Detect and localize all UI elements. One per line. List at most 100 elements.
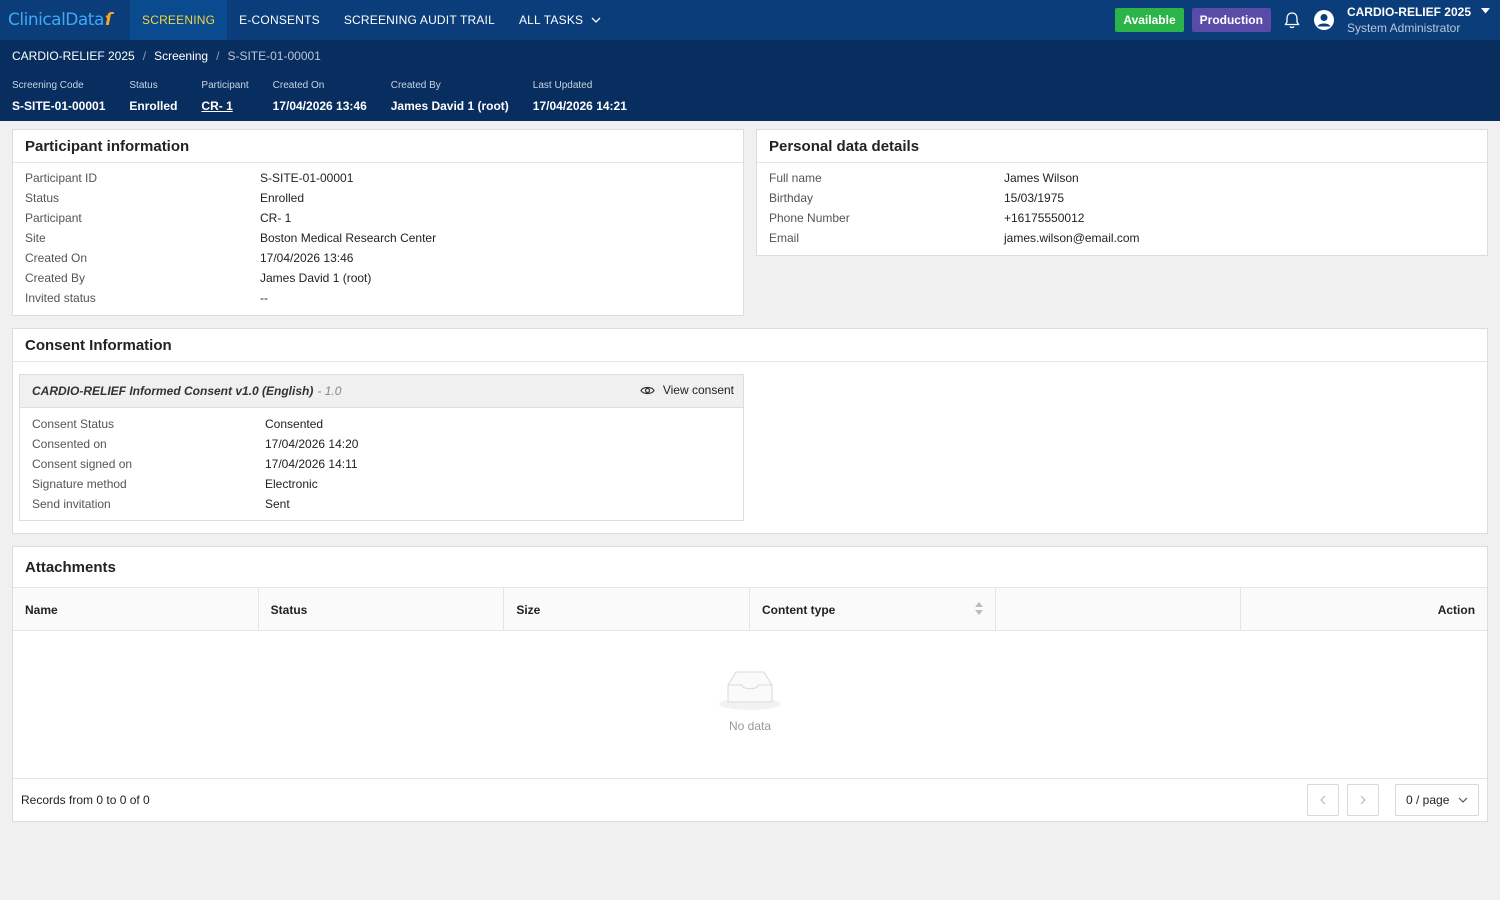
sort-icon[interactable] xyxy=(974,602,983,618)
info-row: Signature method Electronic xyxy=(32,474,731,494)
top-nav-right: Available Production CARDIO-RELIEF 2025 … xyxy=(1115,0,1500,40)
info-value: Sent xyxy=(265,497,290,511)
next-page-button[interactable] xyxy=(1347,784,1379,816)
info-value: 15/03/1975 xyxy=(1004,191,1065,205)
info-row: Participant CR- 1 xyxy=(25,208,731,228)
column-header-action: Action xyxy=(1437,602,1476,617)
breadcrumb-separator: / xyxy=(216,49,220,63)
nav-all-tasks[interactable]: ALL TASKS xyxy=(507,0,613,40)
nav-e-consents[interactable]: E-CONSENTS xyxy=(227,0,332,40)
info-row: Full name James Wilson xyxy=(769,168,1475,188)
breadcrumb-study[interactable]: CARDIO-RELIEF 2025 xyxy=(12,49,135,63)
user-avatar-icon[interactable] xyxy=(1313,9,1335,31)
top-nav-bar: ClinicalData ſ SCREENING E-CONSENTS SCREE… xyxy=(0,0,1500,40)
chevron-down-icon xyxy=(1458,797,1468,803)
current-study-name: CARDIO-RELIEF 2025 xyxy=(1346,5,1471,19)
info-value: -- xyxy=(260,291,268,305)
meta-value: S-SITE-01-00001 xyxy=(12,99,106,113)
info-row: Site Boston Medical Research Center xyxy=(25,228,731,248)
attachments-table-header: Name Status Size Content type Action xyxy=(13,587,1487,631)
bell-icon[interactable] xyxy=(1281,9,1303,31)
info-key: Participant ID xyxy=(25,171,98,185)
table-footer: Records from 0 to 0 of 0 0 / page xyxy=(13,779,1487,821)
info-value: Enrolled xyxy=(260,191,305,205)
info-key: Invited status xyxy=(25,291,96,305)
empty-state: No data xyxy=(13,631,1487,779)
info-row: Send invitation Sent xyxy=(32,494,731,514)
info-row: Created By James David 1 (root) xyxy=(25,268,731,288)
info-key: Consent Status xyxy=(32,417,115,431)
column-header-content-type-label: Content type xyxy=(762,602,836,617)
info-row: Consent signed on 17/04/2026 14:11 xyxy=(32,454,731,474)
meta-value: Enrolled xyxy=(129,99,178,113)
info-key: Participant xyxy=(25,211,82,225)
environment-tag: Production xyxy=(1191,8,1271,32)
records-count: Records from 0 to 0 of 0 xyxy=(21,793,150,807)
pagination: 0 / page xyxy=(1307,784,1479,816)
info-key: Birthday xyxy=(769,191,814,205)
info-value: 17/04/2026 13:46 xyxy=(260,251,354,265)
breadcrumb-screening[interactable]: Screening xyxy=(154,49,208,63)
column-header-status: Status xyxy=(259,588,505,631)
page-header: CARDIO-RELIEF 2025 / Screening / S-SITE-… xyxy=(0,40,1500,121)
info-row: Status Enrolled xyxy=(25,188,731,208)
logo-mark-icon: ſ xyxy=(104,10,112,30)
meta-label: Created On xyxy=(272,80,325,91)
column-header-blank xyxy=(996,588,1242,631)
consent-form-card: CARDIO-RELIEF Informed Consent v1.0 (Eng… xyxy=(19,374,744,521)
participant-link[interactable]: CR- 1 xyxy=(201,99,248,113)
breadcrumb-separator: / xyxy=(142,49,147,63)
page-size-select[interactable]: 0 / page xyxy=(1395,784,1479,816)
info-row: Created On 17/04/2026 13:46 xyxy=(25,248,731,268)
meta-created-on: Created On 17/04/2026 13:46 xyxy=(273,80,367,113)
column-header-content-type[interactable]: Content type xyxy=(750,588,996,631)
consent-form-header: CARDIO-RELIEF Informed Consent v1.0 (Eng… xyxy=(20,375,743,408)
nav-audit-trail-label: SCREENING AUDIT TRAIL xyxy=(343,13,495,27)
prev-page-button[interactable] xyxy=(1307,784,1339,816)
info-value: 17/04/2026 14:20 xyxy=(265,437,359,451)
info-value: james.wilson@email.com xyxy=(1004,231,1140,245)
logo-text: ClinicalData xyxy=(8,10,104,30)
view-consent-button[interactable]: View consent xyxy=(640,383,734,397)
consent-details-list: Consent Status Consented Consented on 17/0… xyxy=(20,408,743,519)
meta-value: James David 1 (root) xyxy=(390,99,509,113)
info-row: Invited status -- xyxy=(25,288,731,308)
card-title: Attachments xyxy=(25,558,116,576)
meta-screening-code: Screening Code S-SITE-01-00001 xyxy=(12,80,105,113)
info-value: CR- 1 xyxy=(260,211,292,225)
info-row: Phone Number +16175550012 xyxy=(769,208,1475,228)
info-key: Created By xyxy=(25,271,86,285)
meta-created-by: Created By James David 1 (root) xyxy=(391,80,509,113)
info-key: Created On xyxy=(25,251,88,265)
nav-screening[interactable]: SCREENING xyxy=(130,0,228,40)
card-title: Consent Information xyxy=(13,329,1487,362)
attachments-card: Attachments Name Status Size Content typ… xyxy=(12,546,1488,822)
breadcrumb: CARDIO-RELIEF 2025 / Screening / S-SITE-… xyxy=(12,49,321,63)
nav-screening-audit-trail[interactable]: SCREENING AUDIT TRAIL xyxy=(332,0,507,40)
card-title: Personal data details xyxy=(757,130,1487,163)
chevron-down-icon xyxy=(591,15,601,26)
info-value: 17/04/2026 14:11 xyxy=(265,457,358,471)
user-menu[interactable]: CARDIO-RELIEF 2025 System Administrator xyxy=(1347,5,1471,35)
meta-label: Status xyxy=(129,80,158,91)
caret-down-icon[interactable] xyxy=(1481,6,1490,17)
info-value: Boston Medical Research Center xyxy=(260,231,437,245)
info-value: Electronic xyxy=(265,477,318,491)
meta-label: Participant xyxy=(201,80,249,91)
meta-label: Last Updated xyxy=(532,80,593,91)
info-row: Birthday 15/03/1975 xyxy=(769,188,1475,208)
chevron-right-icon xyxy=(1360,795,1366,805)
column-header-size: Size xyxy=(504,588,751,631)
meta-label: Created By xyxy=(390,80,441,91)
card-title: Participant information xyxy=(13,130,743,163)
app-logo[interactable]: ClinicalData ſ xyxy=(0,0,130,40)
nav-all-tasks-label: ALL TASKS xyxy=(518,13,584,27)
eye-icon xyxy=(640,386,655,394)
info-value: +16175550012 xyxy=(1004,211,1085,225)
consent-form-title: CARDIO-RELIEF Informed Consent v1.0 (Eng… xyxy=(32,384,314,398)
header-meta-row: Screening Code S-SITE-01-00001 Status En… xyxy=(12,80,651,113)
personal-data-card: Personal data details Full name James Wil… xyxy=(756,129,1488,256)
meta-last-updated: Last Updated 17/04/2026 14:21 xyxy=(533,80,627,113)
info-value: Consented xyxy=(265,417,324,431)
available-status-tag: Available xyxy=(1115,8,1184,32)
